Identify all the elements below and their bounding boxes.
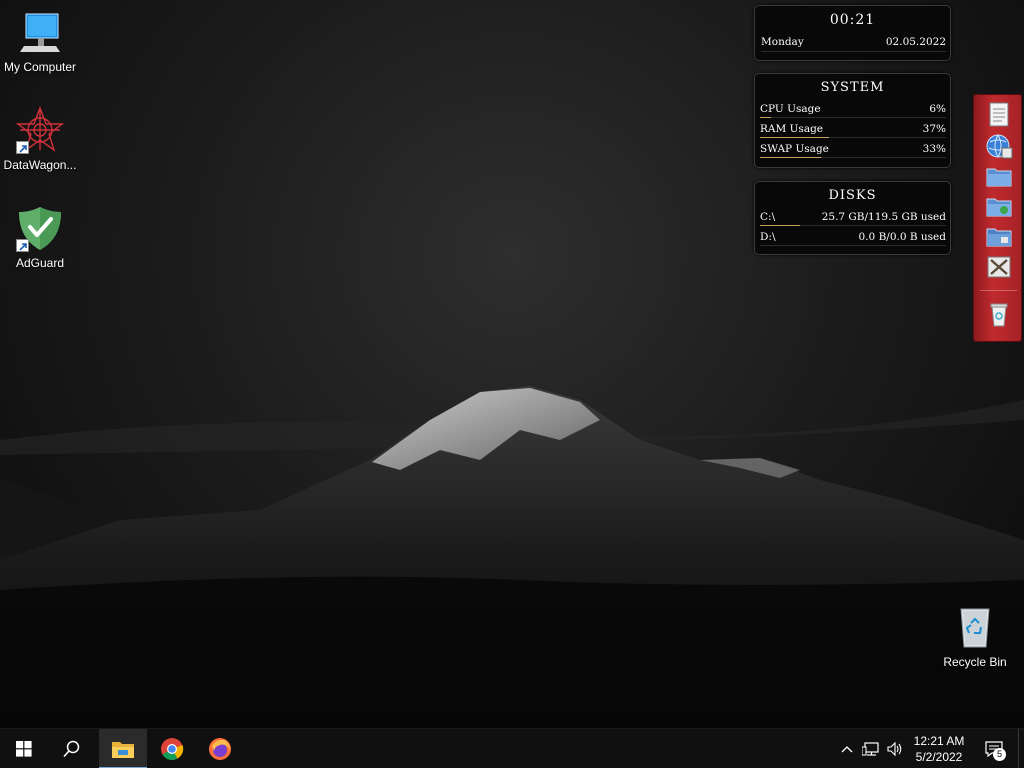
datawagon-icon	[15, 106, 65, 154]
trash-icon[interactable]	[984, 300, 1014, 328]
taskbar-file-explorer[interactable]	[99, 729, 147, 768]
usage-bar	[760, 157, 822, 158]
disk-c-row: C:\ 25.7 GB/119.5 GB used	[760, 209, 946, 229]
row-value: 6%	[929, 103, 946, 115]
adguard-shield-icon	[16, 204, 64, 252]
usage-bar	[760, 117, 772, 118]
clock-gadget: 00:21 Monday 02.05.2022	[754, 5, 951, 61]
row-label: D:\	[760, 231, 776, 243]
gadget-date: 02.05.2022	[885, 36, 946, 48]
disk-usage-bar	[760, 225, 800, 226]
network-tray-button[interactable]	[860, 729, 882, 768]
system-gadget: SYSTEM CPU Usage 6% RAM Usage 37% SWAP U…	[754, 73, 951, 168]
search-icon	[63, 740, 80, 758]
notification-count-badge: 5	[993, 748, 1006, 761]
row-value: 33%	[922, 143, 946, 155]
chevron-up-icon	[841, 746, 853, 753]
computer-icon	[16, 8, 64, 56]
folder-green-icon[interactable]	[984, 192, 1014, 220]
desktop-icon-my-computer[interactable]: My Computer	[0, 8, 80, 74]
row-value: 37%	[922, 123, 946, 135]
ram-usage-row: RAM Usage 37%	[760, 121, 946, 141]
taskbar-chrome[interactable]	[148, 729, 196, 768]
system-gadget-title: SYSTEM	[820, 80, 885, 95]
speaker-volume-icon	[887, 741, 902, 757]
shortcut-arrow-icon	[16, 239, 29, 252]
show-hidden-icons-button[interactable]	[838, 729, 856, 768]
cpu-usage-row: CPU Usage 6%	[760, 101, 946, 121]
tools-icon[interactable]	[984, 253, 1014, 281]
row-value: 25.7 GB/119.5 GB used	[821, 211, 946, 223]
show-desktop-button[interactable]	[1018, 729, 1024, 768]
desktop-icon-datawagon[interactable]: DataWagon...	[0, 106, 80, 172]
start-button[interactable]	[0, 729, 48, 768]
disk-d-row: D:\ 0.0 B/0.0 B used	[760, 229, 946, 249]
action-center-button[interactable]: 5	[978, 729, 1010, 768]
taskbar-firefox[interactable]	[196, 729, 244, 768]
desktop-icon-recycle-bin[interactable]: Recycle Bin	[935, 603, 1015, 669]
row-value: 0.0 B/0.0 B used	[858, 231, 946, 243]
row-label: C:\	[760, 211, 776, 223]
disks-gadget-title: DISKS	[828, 188, 877, 203]
taskbar-time: 12:21 AM	[913, 734, 965, 748]
desktop-icon-adguard[interactable]: AdGuard	[0, 204, 80, 270]
firefox-icon	[209, 738, 231, 760]
gadget-day: Monday	[761, 36, 804, 48]
swap-usage-row: SWAP Usage 33%	[760, 141, 946, 161]
usage-bar	[760, 137, 829, 138]
chrome-icon	[161, 738, 184, 760]
row-label: RAM Usage	[760, 123, 824, 135]
start-icon	[16, 741, 32, 757]
dock-separator	[980, 290, 1017, 291]
desktop-icon-label: AdGuard	[15, 256, 65, 270]
browser-globe-icon[interactable]	[984, 132, 1014, 160]
desktop-icon-label: Recycle Bin	[943, 655, 1007, 669]
row-label: CPU Usage	[760, 103, 821, 115]
gadget-time: 00:21	[829, 12, 876, 28]
recycle-bin-icon	[951, 603, 999, 651]
network-ethernet-icon	[862, 742, 879, 756]
taskbar-clock[interactable]: 12:21 AM 5/2/2022	[905, 729, 973, 768]
disks-gadget: DISKS C:\ 25.7 GB/119.5 GB used D:\ 0.0 …	[754, 181, 951, 255]
taskbar-date: 5/2/2022	[915, 750, 963, 764]
folder-icon[interactable]	[984, 162, 1014, 190]
gadget-date-row: Monday 02.05.2022	[761, 36, 946, 52]
shortcut-arrow-icon	[16, 141, 29, 154]
desktop-icon-label: DataWagon...	[3, 158, 77, 172]
app-dock	[973, 94, 1022, 342]
folder-blue-icon[interactable]	[984, 222, 1014, 250]
search-button[interactable]	[48, 729, 96, 768]
file-explorer-icon	[112, 742, 134, 758]
row-label: SWAP Usage	[760, 143, 829, 155]
notepad-icon[interactable]	[984, 101, 1014, 129]
taskbar: 12:21 AM 5/2/2022 5	[0, 728, 1024, 768]
desktop-icon-label: My Computer	[3, 60, 77, 74]
volume-tray-button[interactable]	[884, 729, 906, 768]
